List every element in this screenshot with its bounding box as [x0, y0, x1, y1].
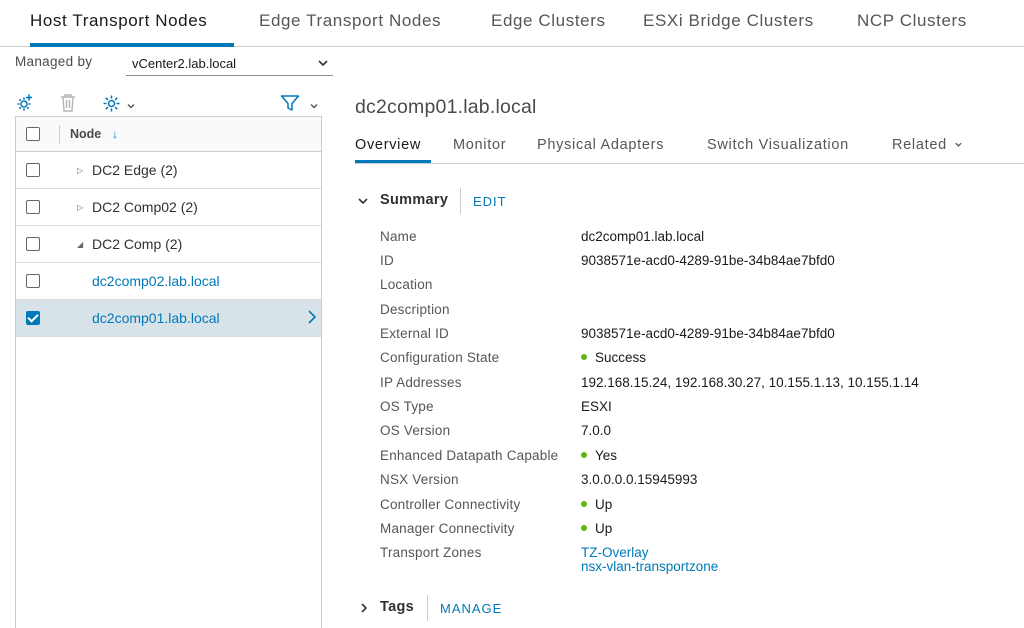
row-label: DC2 Edge (2) [92, 162, 178, 178]
tab-switch-visualization[interactable]: Switch Visualization [707, 137, 849, 153]
prop-label-manager-connectivity: Manager Connectivity [380, 521, 515, 536]
chevron-down-icon[interactable] [126, 98, 136, 116]
prop-label-configuration-state: Configuration State [380, 350, 500, 365]
prop-value-nsx-version: 3.0.0.0.0.15945993 [581, 472, 698, 487]
row-label: DC2 Comp02 (2) [92, 199, 198, 215]
prop-value-os-version: 7.0.0 [581, 423, 612, 438]
tab-monitor[interactable]: Monitor [453, 137, 506, 153]
column-header-node[interactable]: Node [70, 127, 101, 141]
prop-label-os-type: OS Type [380, 399, 434, 414]
edit-button[interactable]: EDIT [473, 194, 507, 209]
status-success-icon [581, 452, 587, 459]
prop-value-id: 9038571e-acd0-4289-91be-34b84ae7bfd0 [581, 253, 835, 268]
gear-icon[interactable] [102, 94, 121, 118]
status-up-icon [581, 525, 587, 532]
tab-physical-adapters[interactable]: Physical Adapters [537, 137, 664, 153]
status-text: Up [595, 497, 613, 512]
chevron-right-icon[interactable] [358, 601, 370, 619]
row-checkbox[interactable] [26, 311, 40, 325]
expand-icon[interactable]: ▷ [77, 166, 83, 175]
status-success-icon [581, 354, 587, 361]
transport-zone-link[interactable]: nsx-vlan-transportzone [581, 559, 718, 574]
tags-title[interactable]: Tags [380, 599, 414, 615]
prop-label-external-id: External ID [380, 326, 449, 341]
status-text: Yes [595, 448, 618, 463]
section-divider [427, 595, 428, 621]
tab-related-label: Related [892, 137, 947, 153]
prop-label-ip-addresses: IP Addresses [380, 375, 462, 390]
managed-by-select[interactable]: vCenter2.lab.local [126, 52, 333, 76]
grid-header: Node ↓ [16, 117, 321, 152]
prop-label-location: Location [380, 277, 433, 292]
prop-label-enhanced-datapath: Enhanced Datapath Capable [380, 448, 559, 463]
top-tab-bar: Host Transport Nodes Edge Transport Node… [0, 0, 1024, 47]
prop-value-os-type: ESXI [581, 399, 612, 414]
trash-icon[interactable] [59, 93, 77, 118]
prop-label-controller-connectivity: Controller Connectivity [380, 497, 521, 512]
tab-overview[interactable]: Overview [355, 137, 421, 153]
tree-row-dc2-comp02[interactable]: ▷ DC2 Comp02 (2) [16, 189, 321, 226]
managed-by-value: vCenter2.lab.local [132, 56, 237, 71]
tab-host-transport-nodes[interactable]: Host Transport Nodes [30, 11, 207, 31]
row-checkbox[interactable] [26, 200, 40, 214]
tree-row-dc2comp01[interactable]: dc2comp01.lab.local [16, 300, 321, 337]
detail-tab-bar: Overview Monitor Physical Adapters Switc… [355, 128, 1024, 164]
prop-label-nsx-version: NSX Version [380, 472, 459, 487]
prop-label-name: Name [380, 229, 417, 244]
section-divider [460, 188, 461, 214]
row-label: DC2 Comp (2) [92, 236, 183, 252]
prop-label-description: Description [380, 302, 450, 317]
prop-label-transport-zones: Transport Zones [380, 545, 482, 560]
tab-edge-transport-nodes[interactable]: Edge Transport Nodes [259, 11, 441, 31]
host-link[interactable]: dc2comp02.lab.local [92, 273, 220, 289]
tab-esxi-bridge-clusters[interactable]: ESXi Bridge Clusters [643, 11, 814, 31]
tree-row-dc2comp02[interactable]: dc2comp02.lab.local [16, 263, 321, 300]
detail-title: dc2comp01.lab.local [355, 96, 537, 118]
chevron-down-icon [954, 142, 962, 147]
status-text: Success [595, 350, 647, 365]
filter-icon[interactable] [280, 94, 300, 117]
chevron-down-icon[interactable] [309, 98, 319, 116]
chevron-down-icon [317, 56, 329, 74]
prop-value-manager-connectivity: Up [581, 521, 612, 536]
tab-ncp-clusters[interactable]: NCP Clusters [857, 11, 967, 31]
active-tab-indicator [30, 43, 234, 47]
summary-title[interactable]: Summary [380, 192, 448, 208]
row-checkbox[interactable] [26, 274, 40, 288]
tree-row-dc2-comp[interactable]: ◢ DC2 Comp (2) [16, 226, 321, 263]
status-text: Up [595, 521, 613, 536]
prop-label-os-version: OS Version [380, 423, 451, 438]
manage-tags-button[interactable]: MANAGE [440, 601, 502, 616]
chevron-down-icon[interactable] [357, 194, 369, 212]
column-divider [59, 125, 60, 144]
tab-edge-clusters[interactable]: Edge Clusters [491, 11, 606, 31]
host-link[interactable]: dc2comp01.lab.local [92, 310, 220, 326]
managed-by-label: Managed by [15, 54, 93, 69]
sort-descending-icon[interactable]: ↓ [112, 127, 118, 141]
row-checkbox[interactable] [26, 237, 40, 251]
prop-value-name: dc2comp01.lab.local [581, 229, 705, 244]
select-all-checkbox[interactable] [26, 127, 40, 141]
expand-icon[interactable]: ▷ [77, 203, 83, 212]
add-gear-icon[interactable] [15, 93, 35, 118]
row-checkbox[interactable] [26, 163, 40, 177]
tab-related[interactable]: Related [892, 137, 963, 153]
tree-row-dc2-edge[interactable]: ▷ DC2 Edge (2) [16, 152, 321, 189]
prop-value-controller-connectivity: Up [581, 497, 612, 512]
chevron-right-icon[interactable] [307, 309, 317, 330]
transport-zone-link[interactable]: TZ-Overlay [581, 545, 649, 560]
status-up-icon [581, 501, 587, 508]
prop-label-id: ID [380, 253, 394, 268]
prop-value-configuration-state: Success [581, 350, 646, 365]
prop-value-external-id: 9038571e-acd0-4289-91be-34b84ae7bfd0 [581, 326, 835, 341]
node-grid: Node ↓ ▷ DC2 Edge (2) ▷ DC2 Comp02 (2) ◢… [15, 116, 322, 628]
prop-value-enhanced-datapath: Yes [581, 448, 617, 463]
collapse-icon[interactable]: ◢ [77, 240, 83, 249]
prop-value-ip-addresses: 192.168.15.24, 192.168.30.27, 10.155.1.1… [581, 375, 919, 390]
active-subtab-indicator [355, 160, 431, 163]
